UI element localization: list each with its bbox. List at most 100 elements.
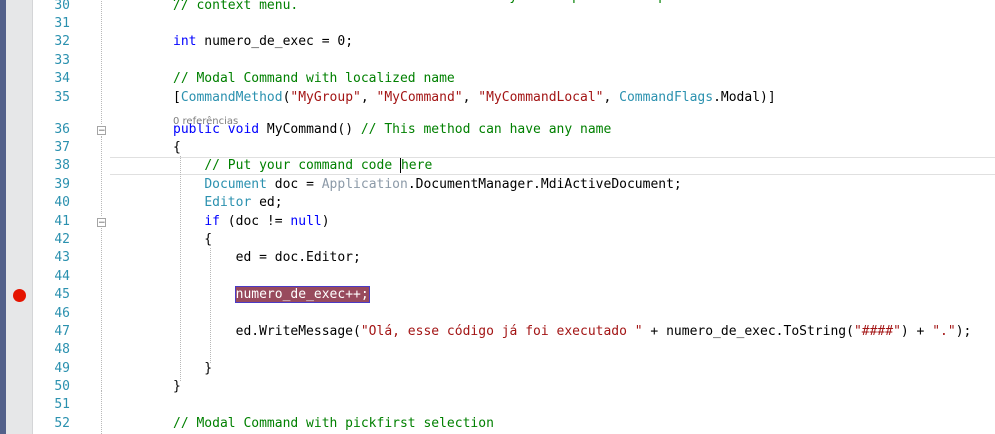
code-token: "MyCommandLocal" <box>478 90 604 105</box>
line-number: 31 <box>54 16 70 31</box>
code-token: "####" <box>853 324 901 339</box>
line-number: 32 <box>54 34 70 49</box>
code-line[interactable]: 30 // context menu. <box>0 0 995 15</box>
code-line[interactable]: 47 ed.WriteMessage("Olá, esse código já … <box>0 323 995 341</box>
line-number: 35 <box>54 90 70 105</box>
line-number: 36 <box>54 122 70 137</box>
line-number: 34 <box>54 71 70 86</box>
code-line[interactable]: 43 ed = doc.Editor; <box>0 249 995 267</box>
code-token: { <box>173 140 181 155</box>
code-token: // Modal Command with localized name <box>173 71 455 86</box>
line-number: 37 <box>54 140 70 155</box>
code-token: ); <box>955 324 972 339</box>
code-token: // This method can have any name <box>360 122 612 137</box>
breakpoint-highlight: numero_de_exec++; <box>234 286 370 303</box>
line-number: 46 <box>54 306 70 321</box>
code-token: here <box>400 158 433 173</box>
code-token: Editor <box>204 195 252 210</box>
code-text: int numero_de_exec = 0; <box>173 33 353 51</box>
code-token: // Put your command code <box>204 158 400 173</box>
code-token: [ <box>173 90 181 105</box>
code-token: ) + <box>900 324 933 339</box>
outline-guide <box>101 0 103 124</box>
code-line[interactable]: 52 // Modal Command with pickfirst select… <box>0 415 995 433</box>
code-line[interactable]: 51 <box>0 396 995 414</box>
code-text: Editor ed; <box>173 194 283 212</box>
outline-guide <box>101 136 103 216</box>
code-token: doc = <box>266 177 322 192</box>
line-number: 49 <box>54 361 70 376</box>
code-line[interactable]: 49 } <box>0 360 995 378</box>
code-text: Document doc = Application.DocumentManag… <box>173 176 682 194</box>
code-token: } <box>173 361 213 376</box>
code-line[interactable]: 35 [CommandMethod("MyGroup", "MyCommand",… <box>0 89 995 107</box>
code-text: { <box>173 139 181 157</box>
line-number: 41 <box>54 214 70 229</box>
breakpoint-icon[interactable] <box>13 289 26 302</box>
line-number: 30 <box>54 0 70 13</box>
code-text: ed = doc.Editor; <box>173 249 361 267</box>
code-editor[interactable]: // NOTE: CommandMethod has overloads whe… <box>0 0 995 434</box>
code-text: public void MyCommand() // This method c… <box>173 121 611 139</box>
code-line[interactable]: 33 <box>0 52 995 70</box>
code-token: // context menu. <box>173 0 299 13</box>
line-number: 51 <box>54 397 70 412</box>
code-token: , <box>360 90 377 105</box>
code-text: numero_de_exec++; <box>173 286 370 304</box>
code-line[interactable]: 34 // Modal Command with localized name <box>0 70 995 88</box>
code-token: , <box>603 90 620 105</box>
code-token: .Modal)] <box>713 90 776 105</box>
code-token: MyCommand() <box>259 122 361 137</box>
code-token: , <box>462 90 479 105</box>
code-text: } <box>173 360 212 378</box>
code-token: numero_de_exec = 0; <box>196 34 354 49</box>
code-line[interactable]: 45 numero_de_exec++; <box>0 286 995 304</box>
code-token: ed.WriteMessage( <box>173 324 361 339</box>
collapse-icon[interactable]: − <box>97 218 106 228</box>
code-token: CommandMethod <box>180 90 283 105</box>
code-line[interactable]: 36 public void MyCommand() // This method… <box>0 121 995 139</box>
line-number: 50 <box>54 379 70 394</box>
code-token: null <box>290 214 322 229</box>
line-number: 44 <box>54 269 70 284</box>
code-token: ed; <box>251 195 283 210</box>
code-lens-references[interactable]: 0 referências <box>173 116 238 127</box>
code-line[interactable]: 46 <box>0 305 995 323</box>
line-number: 43 <box>54 250 70 265</box>
code-line[interactable]: 42 { <box>0 231 995 249</box>
line-number: 52 <box>54 416 70 431</box>
code-line[interactable]: 44 <box>0 268 995 286</box>
code-line[interactable]: 41 if (doc != null) <box>0 213 995 231</box>
code-token: "MyCommand" <box>376 90 463 105</box>
line-number: 39 <box>54 177 70 192</box>
code-text: // context menu. <box>173 0 298 15</box>
line-number: 42 <box>54 232 70 247</box>
code-line[interactable]: 32 int numero_de_exec = 0; <box>0 33 995 51</box>
code-text: [CommandMethod("MyGroup", "MyCommand", "… <box>173 89 776 107</box>
code-token: .DocumentManager.MdiActiveDocument; <box>407 177 682 192</box>
outline-guide <box>210 248 212 363</box>
code-line[interactable]: 39 Document doc = Application.DocumentMa… <box>0 176 995 194</box>
code-token: } <box>173 379 181 394</box>
code-line[interactable]: 40 Editor ed; <box>0 194 995 212</box>
code-token: { <box>173 232 213 247</box>
code-line[interactable]: 31 <box>0 15 995 33</box>
code-line[interactable]: 50} <box>0 378 995 396</box>
line-number: 38 <box>54 158 70 173</box>
code-token: int <box>173 34 197 49</box>
code-token: "." <box>932 324 956 339</box>
code-token: if <box>204 214 220 229</box>
line-number: 47 <box>54 324 70 339</box>
code-token: // Modal Command with pickfirst selectio… <box>173 416 494 431</box>
code-token: (doc != <box>219 214 291 229</box>
code-line[interactable]: 38 // Put your command code here <box>0 157 995 175</box>
line-number: 40 <box>54 195 70 210</box>
code-line[interactable]: 37 { <box>0 139 995 157</box>
collapse-icon[interactable]: − <box>97 126 106 136</box>
code-text: // Put your command code here <box>173 157 432 175</box>
code-line[interactable]: 48 <box>0 341 995 359</box>
